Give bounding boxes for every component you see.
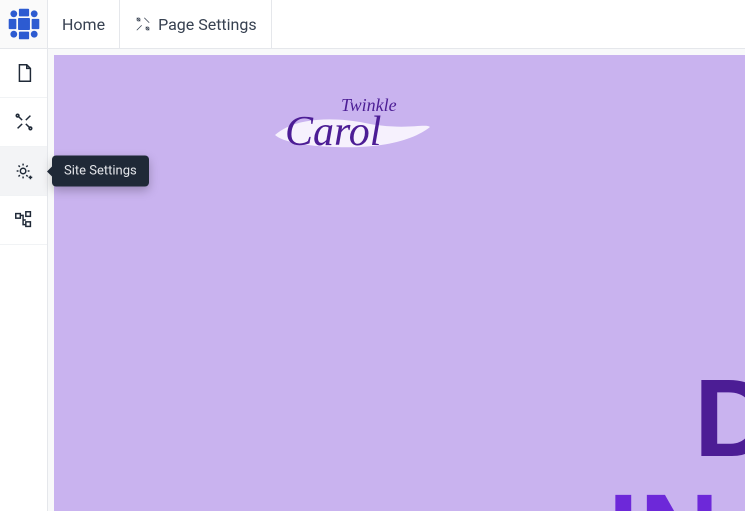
tab-page-settings[interactable]: Page Settings — [120, 0, 272, 48]
app-logo[interactable] — [0, 0, 48, 48]
tab-home[interactable]: Home — [48, 0, 120, 48]
tree-icon — [13, 209, 35, 231]
brand-mainline: Carol — [285, 109, 381, 155]
page-icon — [13, 62, 35, 84]
main-area: Site Settings Twinkle Carol D IN — [0, 49, 745, 511]
canvas-wrapper: Twinkle Carol D IN — [48, 49, 745, 511]
tab-label: Home — [62, 15, 105, 34]
sidebar-item-structure[interactable] — [0, 196, 47, 245]
sidebar-item-site-settings[interactable]: Site Settings — [0, 147, 47, 196]
tab-label: Page Settings — [158, 15, 257, 34]
design-tools-icon — [13, 111, 35, 133]
hero-headline-fragment-2: IN — [608, 470, 720, 511]
topbar: Home Page Settings — [0, 0, 745, 49]
tooltip-site-settings: Site Settings — [52, 156, 149, 187]
page-canvas[interactable]: Twinkle Carol D IN — [54, 55, 745, 511]
app-logo-icon — [7, 7, 41, 41]
site-brand-logo: Twinkle Carol — [265, 87, 435, 167]
sidebar: Site Settings — [0, 49, 48, 511]
tools-icon — [134, 15, 152, 33]
hero-headline-fragment-1: D — [694, 355, 745, 482]
tooltip-label: Site Settings — [64, 164, 137, 179]
gear-plus-icon — [13, 160, 35, 182]
sidebar-item-design[interactable] — [0, 98, 47, 147]
sidebar-item-pages[interactable] — [0, 49, 47, 98]
